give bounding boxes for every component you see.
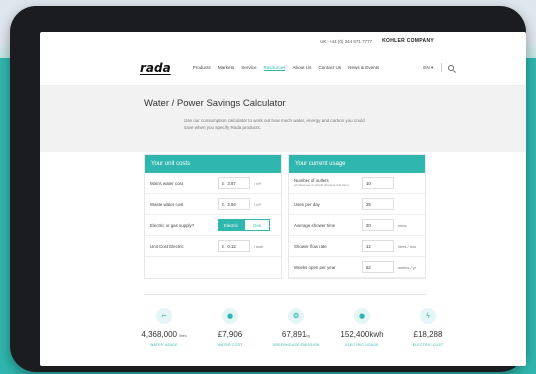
results-row: ⌐ 4,368,000 litres WATER USAGE ● £7,906 … <box>138 308 454 347</box>
leaf-icon: ❂ <box>288 308 304 324</box>
page-title: Water / Power Savings Calculator <box>144 98 286 109</box>
water-usage-unit: litres <box>179 334 187 338</box>
greenhouse-emission-label: GREENHOUSE EMISSION <box>272 343 320 347</box>
page-description: Use our consumption calculator to work o… <box>184 118 365 130</box>
greenhouse-emission-number: 67,891 <box>281 330 307 339</box>
water-drop-icon: ● <box>222 308 238 324</box>
tap-icon: ⌐ <box>156 308 172 324</box>
unit-cost-electric-unit: / kwh <box>254 243 264 249</box>
unit-cost-electric-value: 0.12 <box>227 243 236 249</box>
waste-water-row: Waste water cost £3.94 / m³ <box>145 194 281 215</box>
electric-usage-label: ELECTRIC USAGE <box>345 343 379 347</box>
uses-per-day-input[interactable]: 25 <box>362 198 394 210</box>
electric-option-button[interactable]: Electric <box>218 219 244 231</box>
shower-time-label: Average shower time <box>294 222 336 228</box>
waste-water-input[interactable]: £3.94 <box>218 198 250 210</box>
kohler-logo[interactable]: KOHLER COMPANY <box>382 38 434 44</box>
mains-water-value: 3.87 <box>227 180 236 186</box>
electric-usage-stat: ● 152,400kwh ELECTRIC USAGE <box>336 308 388 347</box>
unit-costs-title: Your unit costs <box>145 155 281 173</box>
search-icon[interactable] <box>448 64 455 71</box>
uses-per-day-label: Uses per day <box>294 201 320 207</box>
phone-number[interactable]: UK: +44 (0) 344 571 7777 <box>320 39 372 44</box>
nav-menu: Products Markets Service Resources About… <box>193 65 379 71</box>
language-selector[interactable]: EN ▾ <box>423 65 433 71</box>
flow-rate-unit: litres / min <box>398 243 417 249</box>
currency-symbol: £ <box>222 201 225 207</box>
water-usage-value: 4,368,000 litres <box>138 330 190 339</box>
gas-option-button[interactable]: Gas <box>244 219 270 231</box>
greenhouse-emission-stat: ❂ 67,891kg GREENHOUSE EMISSION <box>270 308 322 347</box>
water-cost-number: £7,906 <box>217 330 243 339</box>
outlets-row: Number of outlets (of what use is of both… <box>289 173 425 194</box>
waste-water-value: 3.94 <box>227 201 236 207</box>
supply-row: Electric or gas supply? Electric Gas <box>145 215 281 236</box>
results-divider <box>144 294 426 295</box>
current-usage-title: Your current usage <box>289 155 425 173</box>
mains-water-input[interactable]: £3.87 <box>218 177 250 189</box>
top-bar: UK: +44 (0) 344 571 7777 KOHLER COMPANY <box>40 32 526 50</box>
electric-cost-number: £18,288 <box>413 330 443 339</box>
nav-item-markets[interactable]: Markets <box>218 65 234 71</box>
shower-time-input[interactable]: 20 <box>362 219 394 231</box>
greenhouse-emission-unit: kg <box>306 334 311 338</box>
outlets-label: Number of outlets (of what use is of both… <box>294 178 362 188</box>
screen: UK: +44 (0) 344 571 7777 KOHLER COMPANY … <box>40 32 526 366</box>
supply-label: Electric or gas supply? <box>150 222 195 228</box>
water-usage-number: 4,368,000 <box>141 330 177 339</box>
weeks-per-year-row: Weeks open per year 52 weeks / yr <box>289 257 425 278</box>
currency-symbol: £ <box>222 180 225 186</box>
water-usage-stat: ⌐ 4,368,000 litres WATER USAGE <box>138 308 190 347</box>
electric-cost-stat: ϟ £18,288 ELECTRIC COST <box>402 308 454 347</box>
weeks-per-year-input[interactable]: 52 <box>362 261 394 273</box>
hero-section: Water / Power Savings Calculator Use our… <box>40 86 526 152</box>
lightbulb-icon: ● <box>354 308 370 324</box>
flow-rate-input[interactable]: 12 <box>362 240 394 252</box>
flow-rate-label: Shower flow rate <box>294 243 327 249</box>
waste-water-label: Waste water cost <box>150 201 184 207</box>
mains-water-row: Mains water cost £3.87 / m³ <box>145 173 281 194</box>
weeks-per-year-label: Weeks open per year <box>294 264 336 270</box>
unit-cost-electric-input[interactable]: £0.12 <box>218 240 250 252</box>
flow-rate-row: Shower flow rate 12 litres / min <box>289 236 425 257</box>
electric-cost-label: ELECTRIC COST <box>412 343 444 347</box>
current-usage-panel: Your current usage Number of outlets (of … <box>288 154 426 279</box>
waste-water-unit: / m³ <box>254 201 261 207</box>
unit-costs-panel: Your unit costs Mains water cost £3.87 /… <box>144 154 282 279</box>
nav-item-products[interactable]: Products <box>193 65 211 71</box>
shower-time-row: Average shower time 20 mins <box>289 215 425 236</box>
electric-usage-value: 152,400kwh <box>336 330 388 339</box>
rada-logo[interactable]: rada <box>140 61 171 75</box>
electric-cost-value: £18,288 <box>402 330 454 339</box>
nav-item-service[interactable]: Service <box>241 65 256 71</box>
nav-divider <box>441 63 443 72</box>
supply-toggle: Electric Gas <box>218 219 270 231</box>
water-usage-label: WATER USAGE <box>150 343 178 347</box>
greenhouse-emission-value: 67,891kg <box>270 330 322 339</box>
calculator-panels: Your unit costs Mains water cost £3.87 /… <box>144 154 426 279</box>
outlets-input[interactable]: 10 <box>362 177 394 189</box>
currency-symbol: £ <box>222 243 225 249</box>
lightning-icon: ϟ <box>420 308 436 324</box>
water-cost-value: £7,906 <box>204 330 256 339</box>
main-nav: rada Products Markets Service Resources … <box>40 50 526 86</box>
nav-item-resources[interactable]: Resources <box>263 65 286 71</box>
shower-time-unit: mins <box>398 222 407 228</box>
tablet-device: UK: +44 (0) 344 571 7777 KOHLER COMPANY … <box>10 6 526 372</box>
outlets-sublabel: (of what use is of both showers and taps… <box>294 183 349 187</box>
nav-item-contact-us[interactable]: Contact Us <box>318 65 341 71</box>
weeks-per-year-unit: weeks / yr <box>398 264 417 270</box>
mains-water-unit: / m³ <box>254 180 261 186</box>
unit-cost-electric-row: Unit Cost Electric £0.12 / kwh <box>145 236 281 257</box>
water-cost-stat: ● £7,906 WATER COST <box>204 308 256 347</box>
nav-item-about-us[interactable]: About Us <box>292 65 311 71</box>
water-cost-label: WATER COST <box>217 343 243 347</box>
unit-cost-electric-label: Unit Cost Electric <box>150 243 184 249</box>
nav-item-news-events[interactable]: News & Events <box>348 65 379 71</box>
mains-water-label: Mains water cost <box>150 180 183 186</box>
electric-usage-number: 152,400 <box>340 330 370 339</box>
uses-per-day-row: Uses per day 25 <box>289 194 425 215</box>
electric-usage-unit: kwh <box>369 330 384 339</box>
